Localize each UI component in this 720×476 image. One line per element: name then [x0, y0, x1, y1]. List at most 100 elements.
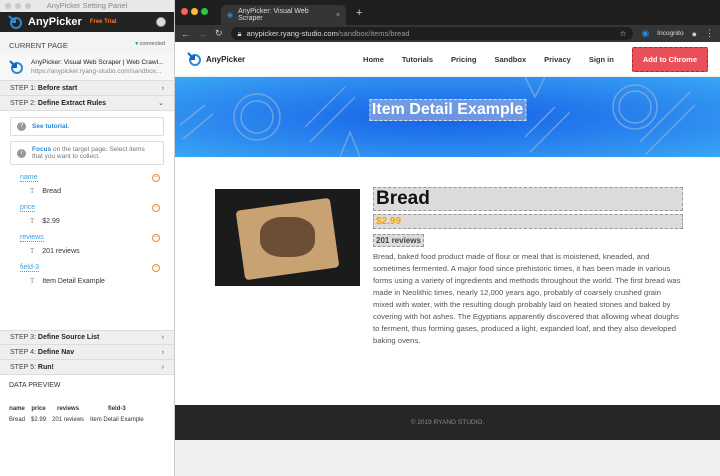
nav-pricing[interactable]: Pricing: [451, 55, 476, 64]
lock-icon: 🔒︎: [237, 28, 242, 38]
reload-icon[interactable]: ↻: [215, 28, 223, 39]
anypicker-logo-icon: [8, 15, 22, 29]
product-price[interactable]: $2.99: [373, 214, 683, 229]
step-3[interactable]: STEP 3: Define Source List ›: [0, 330, 174, 345]
cell: Bread: [9, 417, 26, 423]
add-to-chrome-button[interactable]: Add to Chrome: [631, 46, 708, 72]
address-bar-row: ← → ↻ 🔒︎ anypicker.ryang-studio.com/sandbox…: [175, 25, 720, 42]
new-tab-icon[interactable]: +: [356, 7, 362, 19]
chevron-right-icon: ›: [161, 334, 164, 341]
remove-field-icon[interactable]: −: [152, 264, 160, 272]
column-header: name: [9, 406, 25, 412]
column-header: reviews: [57, 406, 80, 412]
remove-field-icon[interactable]: −: [152, 234, 160, 242]
nav-tutorials[interactable]: Tutorials: [402, 55, 433, 64]
chevron-right-icon: ›: [161, 363, 164, 371]
remove-field-icon[interactable]: −: [152, 204, 160, 212]
back-icon[interactable]: ←: [181, 29, 190, 39]
field-name[interactable]: field-3: [20, 264, 40, 272]
free-trial-badge: Free Trial: [89, 19, 117, 25]
chevron-right-icon: ›: [161, 348, 164, 356]
table-row: Bread $2.99 201 reviews Item Detail Example: [6, 414, 147, 426]
incognito-label: Incognito: [657, 30, 684, 37]
avatar[interactable]: [156, 17, 166, 27]
product-image: [215, 189, 360, 286]
window-controls[interactable]: [181, 8, 211, 17]
product-reviews[interactable]: 201 reviews: [373, 234, 424, 247]
current-page-item: AnyPicker: Visual Web Scraper | Web Craw…: [0, 53, 174, 81]
chevron-down-icon: ⌄: [158, 100, 164, 107]
page-url: https://anypicker.ryang-studio.com/sandb…: [31, 67, 162, 75]
text-type-icon: T: [30, 187, 35, 195]
bookmark-star-icon[interactable]: ☆: [620, 29, 627, 38]
page-title: AnyPicker: Visual Web Scraper | Web Craw…: [31, 58, 164, 66]
cell: 201 reviews: [52, 417, 85, 423]
anypicker-panel: AnyPicker Setting Panel AnyPicker Free T…: [0, 0, 175, 476]
text-type-icon: T: [30, 217, 35, 225]
site-logo[interactable]: AnyPicker: [206, 55, 245, 64]
field-item: price − T $2.99: [0, 201, 174, 231]
step-1[interactable]: STEP 1: Before start ›: [0, 81, 174, 96]
forward-icon[interactable]: →: [198, 29, 207, 39]
product-description: Bread, baked food product made of flour …: [373, 252, 681, 345]
panel-header: AnyPicker Free Trial: [0, 12, 174, 32]
chevron-right-icon: ›: [161, 84, 164, 92]
product-name[interactable]: Bread: [373, 187, 683, 211]
app-name: AnyPicker: [28, 16, 82, 28]
data-preview-label: DATA PREVIEW: [9, 382, 61, 389]
focus-hint: i Focus on the target page. Select items …: [10, 141, 164, 165]
tab-bar: ◉ AnyPicker: Visual Web Scraper × +: [175, 0, 720, 25]
panel-title-bar: AnyPicker Setting Panel: [0, 0, 174, 12]
info-icon: i: [17, 148, 26, 158]
field-item: reviews − T 201 reviews: [0, 231, 174, 261]
step-5[interactable]: STEP 5: Run! ›: [0, 360, 174, 375]
site-logo-icon[interactable]: [187, 52, 201, 66]
text-type-icon: T: [30, 277, 35, 285]
close-tab-icon[interactable]: ×: [336, 12, 340, 19]
field-item: name − T Bread: [0, 171, 174, 201]
product-section: Bread $2.99 201 reviews Bread, baked foo…: [175, 157, 720, 405]
field-value: Item Detail Example: [42, 278, 105, 285]
incognito-icon[interactable]: ●: [692, 29, 697, 39]
field-list: name − T Bread price − T $2.99 reviews − T 201 re…: [0, 171, 174, 291]
nav-sign-in[interactable]: Sign in: [589, 55, 614, 64]
url-field[interactable]: 🔒︎ anypicker.ryang-studio.com/sandbox/ite…: [230, 27, 634, 40]
cell: $2.99: [31, 417, 47, 423]
tab-title: AnyPicker: Visual Web Scraper: [238, 8, 309, 22]
field-item: field-3 − T Item Detail Example: [0, 261, 174, 291]
help-icon: ?: [17, 122, 26, 131]
tutorial-box[interactable]: ? See tutorial.: [10, 117, 164, 136]
column-header: field-3: [108, 406, 126, 412]
field-value: Bread: [42, 188, 61, 195]
field-value: 201 reviews: [42, 248, 80, 255]
nav-home[interactable]: Home: [363, 55, 384, 64]
cell: Item Detail Example: [90, 417, 144, 423]
favicon-icon: ◉: [227, 12, 234, 19]
field-name[interactable]: reviews: [20, 234, 44, 242]
step-4[interactable]: STEP 4: Define Nav ›: [0, 345, 174, 360]
field-name[interactable]: price: [20, 204, 36, 212]
field-name[interactable]: name: [20, 174, 38, 182]
step-2[interactable]: STEP 2: Define Extract Rules ⌄: [0, 96, 174, 111]
nav-sandbox[interactable]: Sandbox: [494, 55, 526, 64]
tutorial-link[interactable]: See tutorial.: [32, 123, 69, 130]
data-preview-table: name price reviews field-3 Bread $2.99 201 re…: [6, 404, 147, 426]
nav-privacy[interactable]: Privacy: [544, 55, 571, 64]
hero-banner: Item Detail Example: [175, 77, 720, 157]
banner-title[interactable]: Item Detail Example: [368, 99, 527, 121]
menu-icon[interactable]: ⋮: [705, 28, 714, 39]
current-page-label: CURRENT PAGE: [9, 41, 68, 50]
field-value: $2.99: [42, 218, 60, 225]
panel-window-title: AnyPicker Setting Panel: [46, 1, 128, 10]
remove-field-icon[interactable]: −: [152, 174, 160, 182]
site-footer: © 2019 RYANG STUDIO.: [175, 405, 720, 440]
anypicker-extension-icon[interactable]: ◉: [641, 28, 649, 39]
browser-window: ◉ AnyPicker: Visual Web Scraper × + ← → ↻ 🔒︎…: [175, 0, 720, 476]
site-nav: AnyPicker Home Tutorials Pricing Sandbox Pri…: [175, 42, 720, 77]
window-controls[interactable]: [5, 3, 31, 9]
browser-tab[interactable]: ◉ AnyPicker: Visual Web Scraper ×: [221, 5, 346, 25]
column-header: price: [31, 406, 46, 412]
text-type-icon: T: [30, 247, 35, 255]
page-favicon-icon: [9, 59, 23, 74]
connection-status: ▾ connected: [135, 41, 165, 47]
